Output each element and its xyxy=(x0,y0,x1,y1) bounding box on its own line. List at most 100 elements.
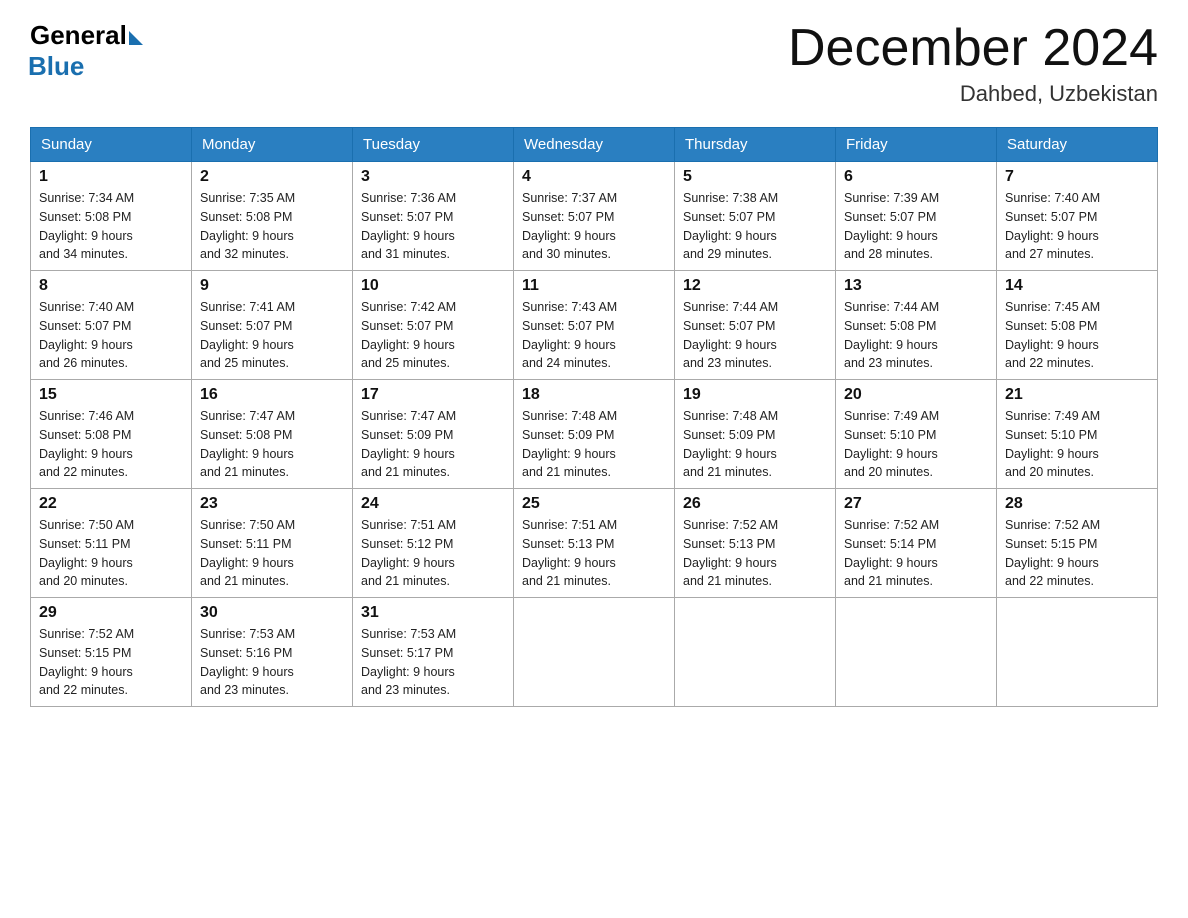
day-info: Sunrise: 7:47 AMSunset: 5:08 PMDaylight:… xyxy=(200,407,344,482)
day-info: Sunrise: 7:53 AMSunset: 5:17 PMDaylight:… xyxy=(361,625,505,700)
col-header-monday: Monday xyxy=(192,128,353,162)
day-number: 18 xyxy=(522,386,666,404)
calendar-cell: 7 Sunrise: 7:40 AMSunset: 5:07 PMDaylight… xyxy=(997,162,1158,271)
day-info: Sunrise: 7:44 AMSunset: 5:07 PMDaylight:… xyxy=(683,298,827,373)
day-number: 17 xyxy=(361,386,505,404)
calendar-cell xyxy=(514,598,675,707)
calendar-cell: 1Sunrise: 7:34 AMSunset: 5:08 PMDaylight… xyxy=(31,162,192,271)
calendar-cell xyxy=(675,598,836,707)
calendar-cell: 24 Sunrise: 7:51 AMSunset: 5:12 PMDayligh… xyxy=(353,489,514,598)
day-number: 26 xyxy=(683,495,827,513)
day-number: 3 xyxy=(361,168,505,186)
logo-triangle-icon xyxy=(129,31,143,45)
calendar-week-row: 15 Sunrise: 7:46 AMSunset: 5:08 PMDayligh… xyxy=(31,380,1158,489)
calendar-header-row: SundayMondayTuesdayWednesdayThursdayFrid… xyxy=(31,128,1158,162)
day-number: 6 xyxy=(844,168,988,186)
day-info: Sunrise: 7:48 AMSunset: 5:09 PMDaylight:… xyxy=(683,407,827,482)
calendar-cell: 15 Sunrise: 7:46 AMSunset: 5:08 PMDayligh… xyxy=(31,380,192,489)
day-info: Sunrise: 7:37 AMSunset: 5:07 PMDaylight:… xyxy=(522,189,666,264)
day-info: Sunrise: 7:46 AMSunset: 5:08 PMDaylight:… xyxy=(39,407,183,482)
calendar-cell: 18 Sunrise: 7:48 AMSunset: 5:09 PMDayligh… xyxy=(514,380,675,489)
col-header-saturday: Saturday xyxy=(997,128,1158,162)
day-info: Sunrise: 7:39 AMSunset: 5:07 PMDaylight:… xyxy=(844,189,988,264)
day-info: Sunrise: 7:51 AMSunset: 5:13 PMDaylight:… xyxy=(522,516,666,591)
day-number: 11 xyxy=(522,277,666,295)
calendar-cell: 12 Sunrise: 7:44 AMSunset: 5:07 PMDayligh… xyxy=(675,271,836,380)
day-number: 16 xyxy=(200,386,344,404)
day-info: Sunrise: 7:38 AMSunset: 5:07 PMDaylight:… xyxy=(683,189,827,264)
day-info: Sunrise: 7:50 AMSunset: 5:11 PMDaylight:… xyxy=(200,516,344,591)
day-number: 13 xyxy=(844,277,988,295)
day-number: 12 xyxy=(683,277,827,295)
day-number: 1 xyxy=(39,168,183,186)
logo-blue-text: Blue xyxy=(28,51,84,82)
day-info: Sunrise: 7:40 AMSunset: 5:07 PMDaylight:… xyxy=(39,298,183,373)
day-number: 31 xyxy=(361,604,505,622)
calendar-cell: 17 Sunrise: 7:47 AMSunset: 5:09 PMDayligh… xyxy=(353,380,514,489)
day-number: 30 xyxy=(200,604,344,622)
calendar-cell: 28Sunrise: 7:52 AMSunset: 5:15 PMDayligh… xyxy=(997,489,1158,598)
day-info: Sunrise: 7:43 AMSunset: 5:07 PMDaylight:… xyxy=(522,298,666,373)
day-info: Sunrise: 7:48 AMSunset: 5:09 PMDaylight:… xyxy=(522,407,666,482)
calendar-week-row: 22Sunrise: 7:50 AMSunset: 5:11 PMDayligh… xyxy=(31,489,1158,598)
calendar-cell: 20Sunrise: 7:49 AMSunset: 5:10 PMDayligh… xyxy=(836,380,997,489)
title-section: December 2024 Dahbed, Uzbekistan xyxy=(788,20,1158,107)
day-number: 19 xyxy=(683,386,827,404)
day-number: 9 xyxy=(200,277,344,295)
calendar-cell: 29Sunrise: 7:52 AMSunset: 5:15 PMDayligh… xyxy=(31,598,192,707)
calendar-table: SundayMondayTuesdayWednesdayThursdayFrid… xyxy=(30,127,1158,707)
calendar-cell: 21 Sunrise: 7:49 AMSunset: 5:10 PMDayligh… xyxy=(997,380,1158,489)
day-number: 10 xyxy=(361,277,505,295)
day-info: Sunrise: 7:51 AMSunset: 5:12 PMDaylight:… xyxy=(361,516,505,591)
col-header-tuesday: Tuesday xyxy=(353,128,514,162)
day-number: 25 xyxy=(522,495,666,513)
day-number: 14 xyxy=(1005,277,1149,295)
calendar-cell: 19 Sunrise: 7:48 AMSunset: 5:09 PMDayligh… xyxy=(675,380,836,489)
day-info: Sunrise: 7:52 AMSunset: 5:14 PMDaylight:… xyxy=(844,516,988,591)
calendar-cell: 2Sunrise: 7:35 AMSunset: 5:08 PMDaylight… xyxy=(192,162,353,271)
calendar-cell: 9 Sunrise: 7:41 AMSunset: 5:07 PMDaylight… xyxy=(192,271,353,380)
day-number: 27 xyxy=(844,495,988,513)
calendar-cell: 10 Sunrise: 7:42 AMSunset: 5:07 PMDayligh… xyxy=(353,271,514,380)
logo-general-text: General xyxy=(30,20,127,51)
calendar-cell: 5 Sunrise: 7:38 AMSunset: 5:07 PMDaylight… xyxy=(675,162,836,271)
day-number: 15 xyxy=(39,386,183,404)
calendar-cell: 22Sunrise: 7:50 AMSunset: 5:11 PMDayligh… xyxy=(31,489,192,598)
col-header-thursday: Thursday xyxy=(675,128,836,162)
day-number: 8 xyxy=(39,277,183,295)
day-number: 24 xyxy=(361,495,505,513)
calendar-cell: 26 Sunrise: 7:52 AMSunset: 5:13 PMDayligh… xyxy=(675,489,836,598)
calendar-cell: 31 Sunrise: 7:53 AMSunset: 5:17 PMDayligh… xyxy=(353,598,514,707)
day-info: Sunrise: 7:47 AMSunset: 5:09 PMDaylight:… xyxy=(361,407,505,482)
day-info: Sunrise: 7:52 AMSunset: 5:13 PMDaylight:… xyxy=(683,516,827,591)
calendar-week-row: 1Sunrise: 7:34 AMSunset: 5:08 PMDaylight… xyxy=(31,162,1158,271)
calendar-week-row: 29Sunrise: 7:52 AMSunset: 5:15 PMDayligh… xyxy=(31,598,1158,707)
calendar-week-row: 8 Sunrise: 7:40 AMSunset: 5:07 PMDaylight… xyxy=(31,271,1158,380)
day-number: 4 xyxy=(522,168,666,186)
month-title: December 2024 xyxy=(788,20,1158,77)
calendar-cell: 3Sunrise: 7:36 AMSunset: 5:07 PMDaylight… xyxy=(353,162,514,271)
day-info: Sunrise: 7:52 AMSunset: 5:15 PMDaylight:… xyxy=(1005,516,1149,591)
col-header-wednesday: Wednesday xyxy=(514,128,675,162)
calendar-cell xyxy=(997,598,1158,707)
col-header-sunday: Sunday xyxy=(31,128,192,162)
day-info: Sunrise: 7:35 AMSunset: 5:08 PMDaylight:… xyxy=(200,189,344,264)
calendar-cell: 13Sunrise: 7:44 AMSunset: 5:08 PMDayligh… xyxy=(836,271,997,380)
day-number: 20 xyxy=(844,386,988,404)
calendar-cell: 27 Sunrise: 7:52 AMSunset: 5:14 PMDayligh… xyxy=(836,489,997,598)
location-title: Dahbed, Uzbekistan xyxy=(788,81,1158,107)
day-info: Sunrise: 7:49 AMSunset: 5:10 PMDaylight:… xyxy=(1005,407,1149,482)
day-info: Sunrise: 7:41 AMSunset: 5:07 PMDaylight:… xyxy=(200,298,344,373)
day-number: 5 xyxy=(683,168,827,186)
day-number: 7 xyxy=(1005,168,1149,186)
calendar-cell: 4 Sunrise: 7:37 AMSunset: 5:07 PMDaylight… xyxy=(514,162,675,271)
calendar-cell: 25 Sunrise: 7:51 AMSunset: 5:13 PMDayligh… xyxy=(514,489,675,598)
calendar-cell: 6 Sunrise: 7:39 AMSunset: 5:07 PMDaylight… xyxy=(836,162,997,271)
col-header-friday: Friday xyxy=(836,128,997,162)
day-info: Sunrise: 7:40 AMSunset: 5:07 PMDaylight:… xyxy=(1005,189,1149,264)
calendar-cell: 8 Sunrise: 7:40 AMSunset: 5:07 PMDaylight… xyxy=(31,271,192,380)
day-info: Sunrise: 7:45 AMSunset: 5:08 PMDaylight:… xyxy=(1005,298,1149,373)
day-info: Sunrise: 7:50 AMSunset: 5:11 PMDaylight:… xyxy=(39,516,183,591)
day-info: Sunrise: 7:42 AMSunset: 5:07 PMDaylight:… xyxy=(361,298,505,373)
day-number: 21 xyxy=(1005,386,1149,404)
